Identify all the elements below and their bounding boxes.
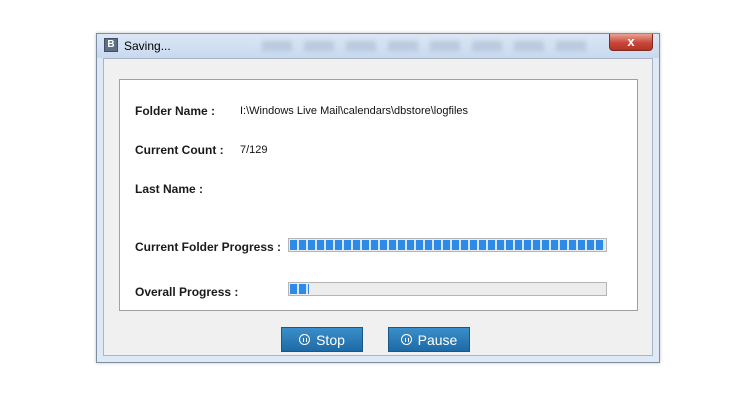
pause-button[interactable]: Pause	[388, 327, 470, 352]
current-count-label: Current Count :	[135, 143, 224, 157]
pause-circle-icon	[299, 334, 311, 345]
overall-progress-fill	[290, 284, 309, 294]
current-folder-progress-bar	[288, 238, 607, 252]
overall-progress-label: Overall Progress :	[135, 285, 239, 299]
status-panel: Folder Name : I:\Windows Live Mail\calen…	[119, 79, 638, 311]
app-logo-icon: B	[104, 38, 118, 52]
close-button[interactable]: x	[609, 34, 653, 51]
saving-dialog: B Saving... x Folder Name : I:\Windows L…	[96, 33, 660, 363]
folder-name-label: Folder Name :	[135, 104, 216, 118]
window-title: Saving...	[124, 39, 171, 53]
title-bar[interactable]: B Saving... x	[97, 34, 659, 58]
current-folder-progress-label: Current Folder Progress :	[135, 240, 282, 254]
overall-progress-bar	[288, 282, 607, 296]
close-icon: x	[627, 34, 635, 49]
current-count-value: 7/129	[240, 144, 268, 156]
last-name-label: Last Name :	[135, 182, 204, 196]
stop-button[interactable]: Stop	[281, 327, 363, 352]
blurred-background-text	[262, 41, 597, 51]
pause-button-label: Pause	[417, 331, 458, 348]
folder-name-value: I:\Windows Live Mail\calendars\dbstore\l…	[240, 105, 469, 117]
pause-circle-icon	[400, 334, 412, 345]
dialog-body: Folder Name : I:\Windows Live Mail\calen…	[103, 58, 653, 356]
current-folder-progress-fill	[290, 240, 605, 250]
stop-button-label: Stop	[316, 331, 345, 348]
